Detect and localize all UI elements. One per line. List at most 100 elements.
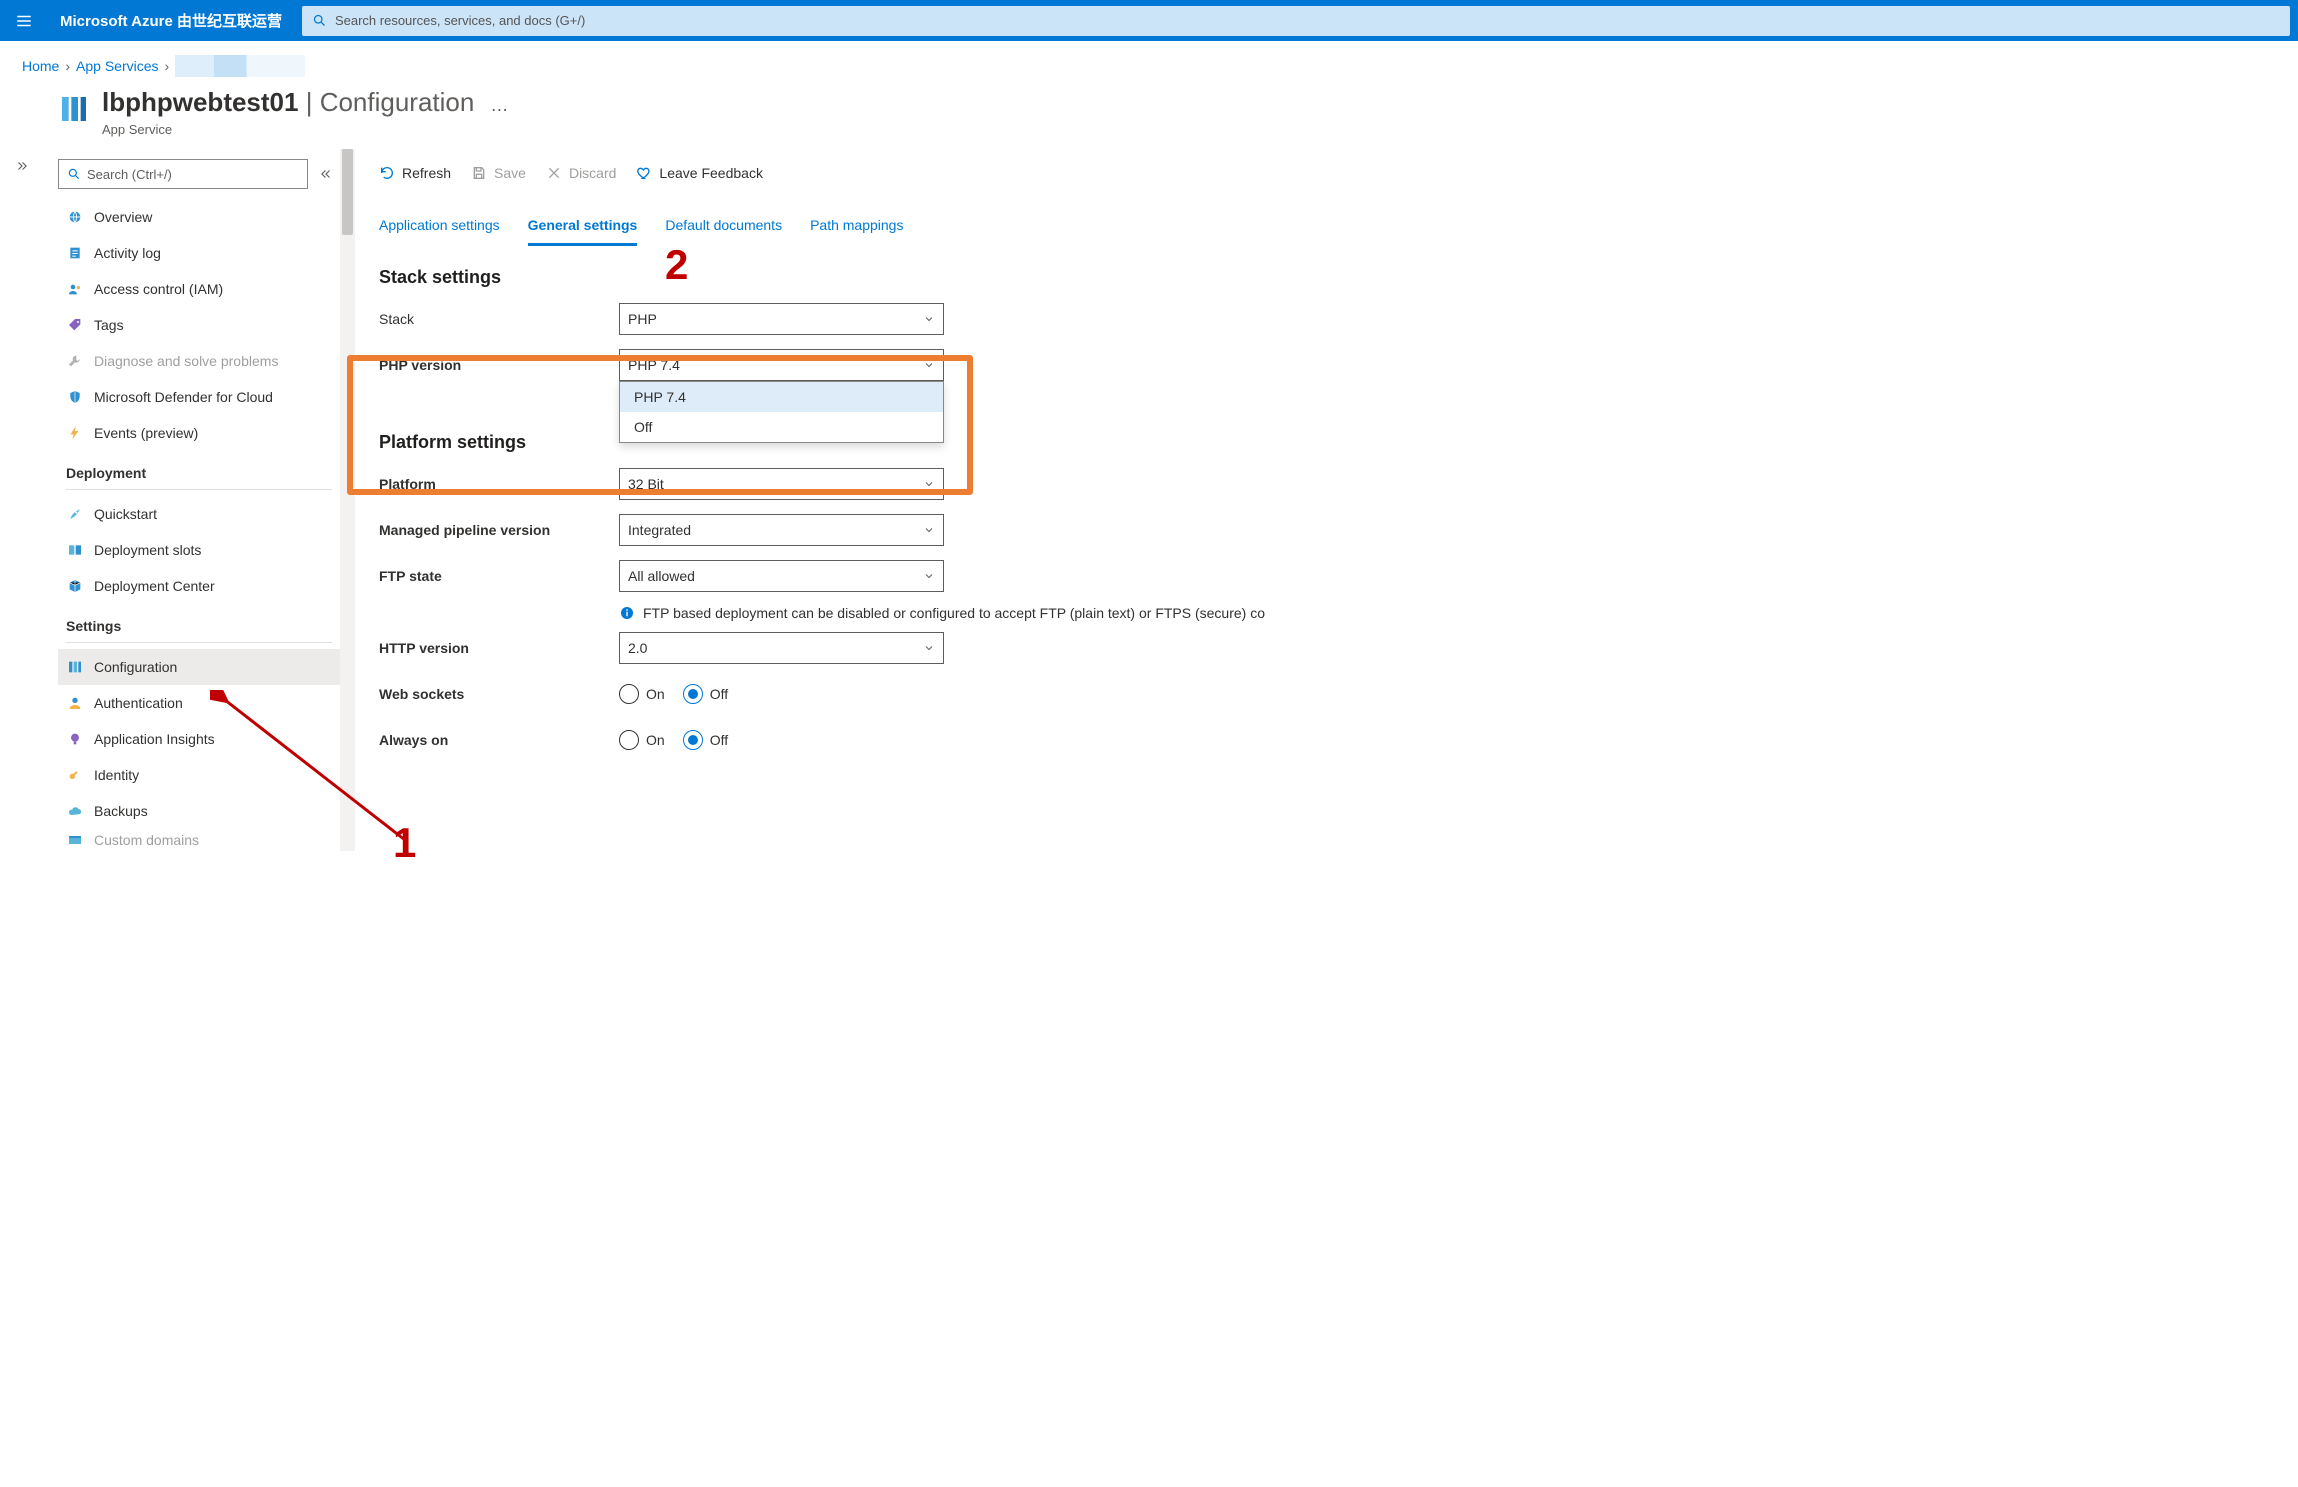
slots-icon <box>66 541 84 559</box>
sidebar-search-input[interactable] <box>87 167 299 182</box>
toolbar: Refresh Save Discard Leave Feedback <box>379 149 2298 193</box>
sidebar-item-label: Activity log <box>94 245 161 261</box>
sidebar-item-app-insights[interactable]: Application Insights <box>58 721 340 757</box>
global-search[interactable] <box>302 6 2290 36</box>
wrench-icon <box>66 352 84 370</box>
row-web-sockets: Web sockets On Off <box>379 671 2298 717</box>
sidebar-item-iam[interactable]: Access control (IAM) <box>58 271 340 307</box>
radio-web-sockets-on[interactable]: On <box>619 684 665 704</box>
page-header: lbphpwebtest01 | Configuration … App Ser… <box>44 81 2298 149</box>
sidebar-item-custom-domains[interactable]: Custom domains <box>58 829 340 851</box>
select-managed-pipeline[interactable]: Integrated <box>619 514 944 546</box>
sidebar-item-configuration[interactable]: Configuration <box>58 649 340 685</box>
row-platform: Platform 32 Bit <box>379 461 2298 507</box>
sidebar-group-settings: Settings <box>58 604 340 636</box>
label-ftp-state: FTP state <box>379 568 619 584</box>
sidebar-item-identity[interactable]: Identity <box>58 757 340 793</box>
sidebar-item-authentication[interactable]: Authentication <box>58 685 340 721</box>
radio-icon <box>619 684 639 704</box>
search-icon <box>312 13 327 28</box>
label-always-on: Always on <box>379 732 619 748</box>
sidebar-collapse-button[interactable] <box>314 167 338 181</box>
feedback-button[interactable]: Leave Feedback <box>636 165 763 181</box>
section-stack-settings: Stack settings <box>379 267 2298 288</box>
hamburger-button[interactable] <box>0 12 48 30</box>
domain-icon <box>66 831 84 849</box>
chevron-down-icon <box>923 359 935 371</box>
sidebar-scrollbar[interactable] <box>340 149 355 851</box>
select-php-version[interactable]: PHP 7.4 <box>619 349 944 381</box>
sidebar-item-overview[interactable]: Overview <box>58 199 340 235</box>
sidebar-item-activity-log[interactable]: Activity log <box>58 235 340 271</box>
refresh-button[interactable]: Refresh <box>379 165 451 181</box>
sidebar-group-deployment: Deployment <box>58 451 340 483</box>
tab-application-settings[interactable]: Application settings <box>379 211 500 246</box>
select-http-version[interactable]: 2.0 <box>619 632 944 664</box>
select-value: 32 Bit <box>628 476 664 492</box>
hamburger-icon <box>15 12 33 30</box>
radio-web-sockets-off[interactable]: Off <box>683 684 728 704</box>
tab-general-settings[interactable]: General settings <box>528 211 638 246</box>
tab-path-mappings[interactable]: Path mappings <box>810 211 903 246</box>
sidebar-item-diagnose[interactable]: Diagnose and solve problems <box>58 343 340 379</box>
refresh-icon <box>379 165 395 181</box>
bulb-icon <box>66 730 84 748</box>
dropdown-option-php74[interactable]: PHP 7.4 <box>620 382 943 412</box>
app-service-icon <box>58 93 90 125</box>
label-stack: Stack <box>379 311 619 327</box>
chevron-down-icon <box>923 524 935 536</box>
sidebar-item-defender[interactable]: Microsoft Defender for Cloud <box>58 379 340 415</box>
global-search-input[interactable] <box>335 13 2280 28</box>
chevron-double-left-icon <box>319 167 333 181</box>
sidebar-item-label: Deployment Center <box>94 578 215 594</box>
select-value: PHP <box>628 311 657 327</box>
left-expand-toggle[interactable] <box>0 81 44 851</box>
dropdown-option-off[interactable]: Off <box>620 412 943 442</box>
label-web-sockets: Web sockets <box>379 686 619 702</box>
select-platform[interactable]: 32 Bit <box>619 468 944 500</box>
topbar: Microsoft Azure 由世纪互联运营 <box>0 0 2298 41</box>
breadcrumb-app-services[interactable]: App Services <box>76 58 158 74</box>
sidebar-item-tags[interactable]: Tags <box>58 307 340 343</box>
chevron-right-icon: › <box>165 58 170 74</box>
row-always-on: Always on On Off <box>379 717 2298 763</box>
resource-sidebar: Overview Activity log Access control (IA… <box>44 149 340 851</box>
sidebar-search[interactable] <box>58 159 308 189</box>
chevron-double-right-icon <box>15 159 29 173</box>
sidebar-item-label: Events (preview) <box>94 425 198 441</box>
sidebar-item-label: Microsoft Defender for Cloud <box>94 389 273 405</box>
row-php-version: PHP version PHP 7.4 PHP 7.4 Off <box>379 342 2298 388</box>
more-button[interactable]: … <box>484 95 508 116</box>
brand-title: Microsoft Azure 由世纪互联运营 <box>48 10 294 31</box>
radio-always-on-on[interactable]: On <box>619 730 665 750</box>
radio-icon <box>683 684 703 704</box>
sliders-icon <box>66 658 84 676</box>
sidebar-item-deployment-slots[interactable]: Deployment slots <box>58 532 340 568</box>
row-managed-pipeline: Managed pipeline version Integrated <box>379 507 2298 553</box>
sidebar-item-events[interactable]: Events (preview) <box>58 415 340 451</box>
row-ftp-state: FTP state All allowed <box>379 553 2298 599</box>
scrollbar-thumb[interactable] <box>342 149 353 235</box>
row-ftp-info: FTP based deployment can be disabled or … <box>379 599 2298 625</box>
select-ftp-state[interactable]: All allowed <box>619 560 944 592</box>
bolt-icon <box>66 424 84 442</box>
chevron-down-icon <box>923 642 935 654</box>
save-button: Save <box>471 165 526 181</box>
info-text: FTP based deployment can be disabled or … <box>643 605 1265 621</box>
sidebar-item-backups[interactable]: Backups <box>58 793 340 829</box>
select-stack[interactable]: PHP <box>619 303 944 335</box>
sidebar-item-deployment-center[interactable]: Deployment Center <box>58 568 340 604</box>
sidebar-item-label: Access control (IAM) <box>94 281 223 297</box>
radio-always-on-off[interactable]: Off <box>683 730 728 750</box>
breadcrumb-current-redacted <box>175 55 305 77</box>
tab-default-documents[interactable]: Default documents <box>665 211 782 246</box>
radio-icon <box>683 730 703 750</box>
rocket-icon <box>66 505 84 523</box>
breadcrumb-home[interactable]: Home <box>22 58 59 74</box>
tabs: Application settings General settings De… <box>379 211 2298 247</box>
sidebar-item-label: Diagnose and solve problems <box>94 353 278 369</box>
tag-icon <box>66 316 84 334</box>
save-icon <box>471 165 487 181</box>
select-value: PHP 7.4 <box>628 357 680 373</box>
sidebar-item-quickstart[interactable]: Quickstart <box>58 496 340 532</box>
